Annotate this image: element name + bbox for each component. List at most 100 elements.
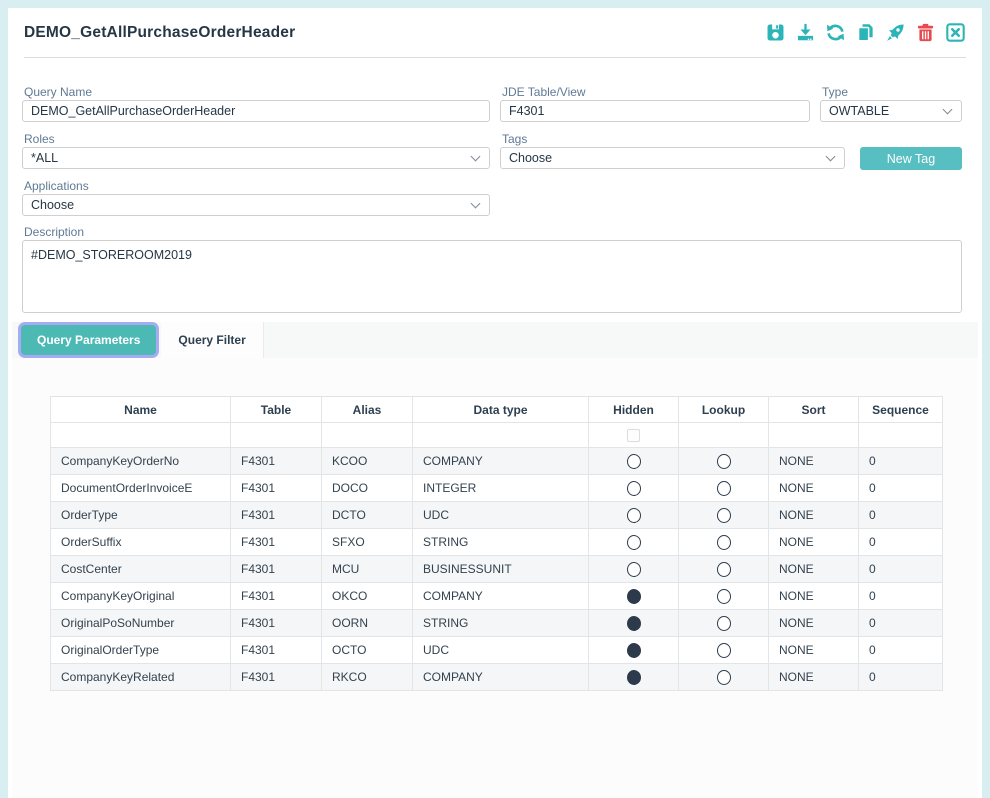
- filter-cell-data-type: [413, 423, 589, 448]
- save-icon[interactable]: [764, 22, 786, 44]
- table-row[interactable]: DocumentOrderInvoiceE F4301 DOCO INTEGER…: [51, 475, 943, 502]
- tab-query-parameters[interactable]: Query Parameters: [21, 325, 156, 355]
- cell-data-type: STRING: [413, 610, 589, 637]
- download-icon[interactable]: [794, 22, 816, 44]
- cell-data-type: COMPANY: [413, 583, 589, 610]
- column-header-table: Table: [231, 397, 322, 423]
- cell-data-type: INTEGER: [413, 475, 589, 502]
- cell-table: F4301: [231, 475, 322, 502]
- filter-cell-lookup: [679, 423, 769, 448]
- lookup-radio[interactable]: [717, 670, 731, 685]
- cell-alias: SFXO: [322, 529, 413, 556]
- cell-name: OrderType: [51, 502, 231, 529]
- cell-hidden: [589, 556, 679, 583]
- query-name-label: Query Name: [24, 85, 92, 99]
- cell-data-type: COMPANY: [413, 448, 589, 475]
- tags-select[interactable]: Choose: [500, 147, 845, 169]
- type-select[interactable]: OWTABLE: [820, 100, 962, 122]
- cell-alias: RKCO: [322, 664, 413, 691]
- cell-alias: DOCO: [322, 475, 413, 502]
- lookup-radio[interactable]: [717, 535, 731, 550]
- rocket-icon[interactable]: [884, 22, 906, 44]
- cell-table: F4301: [231, 502, 322, 529]
- lookup-radio[interactable]: [717, 643, 731, 658]
- cell-sort: NONE: [769, 475, 859, 502]
- cell-table: F4301: [231, 610, 322, 637]
- new-tag-button[interactable]: New Tag: [860, 147, 962, 170]
- table-row[interactable]: CompanyKeyRelated F4301 RKCO COMPANY NON…: [51, 664, 943, 691]
- table-row[interactable]: CompanyKeyOriginal F4301 OKCO COMPANY NO…: [51, 583, 943, 610]
- jde-table-label: JDE Table/View: [502, 85, 586, 99]
- table-row[interactable]: CompanyKeyOrderNo F4301 KCOO COMPANY NON…: [51, 448, 943, 475]
- cell-sort: NONE: [769, 502, 859, 529]
- type-label: Type: [822, 85, 848, 99]
- tab-query-filter[interactable]: Query Filter: [161, 322, 263, 358]
- cell-data-type: UDC: [413, 502, 589, 529]
- query-name-input[interactable]: [22, 100, 490, 122]
- cell-name: OrderSuffix: [51, 529, 231, 556]
- hidden-filter-checkbox[interactable]: [627, 429, 640, 442]
- hidden-radio[interactable]: [627, 508, 641, 523]
- close-icon[interactable]: [944, 22, 966, 44]
- cell-lookup: [679, 475, 769, 502]
- table-row[interactable]: CostCenter F4301 MCU BUSINESSUNIT NONE 0: [51, 556, 943, 583]
- lookup-radio[interactable]: [717, 508, 731, 523]
- lookup-radio[interactable]: [717, 454, 731, 469]
- trash-icon[interactable]: [914, 22, 936, 44]
- lookup-radio[interactable]: [717, 481, 731, 496]
- hidden-radio[interactable]: [627, 454, 641, 469]
- cell-table: F4301: [231, 529, 322, 556]
- filter-cell-table: [231, 423, 322, 448]
- cell-sort: NONE: [769, 448, 859, 475]
- cell-lookup: [679, 583, 769, 610]
- cell-sequence: 0: [859, 637, 943, 664]
- cell-sequence: 0: [859, 583, 943, 610]
- lookup-radio[interactable]: [717, 589, 731, 604]
- hidden-radio[interactable]: [627, 562, 641, 577]
- cell-sequence: 0: [859, 664, 943, 691]
- cell-sort: NONE: [769, 664, 859, 691]
- jde-table-input[interactable]: [500, 100, 810, 122]
- cell-name: OriginalPoSoNumber: [51, 610, 231, 637]
- lookup-radio[interactable]: [717, 562, 731, 577]
- filter-row: [51, 423, 943, 448]
- cell-alias: OCTO: [322, 637, 413, 664]
- filter-cell-name: [51, 423, 231, 448]
- type-select-value: OWTABLE: [829, 104, 889, 118]
- lookup-radio[interactable]: [717, 616, 731, 631]
- cell-data-type: UDC: [413, 637, 589, 664]
- table-row[interactable]: OrderType F4301 DCTO UDC NONE 0: [51, 502, 943, 529]
- refresh-icon[interactable]: [824, 22, 846, 44]
- cell-data-type: STRING: [413, 529, 589, 556]
- hidden-radio[interactable]: [627, 589, 641, 604]
- hidden-radio[interactable]: [627, 643, 641, 658]
- cell-table: F4301: [231, 583, 322, 610]
- filter-cell-alias: [322, 423, 413, 448]
- cell-alias: OORN: [322, 610, 413, 637]
- table-row[interactable]: OriginalOrderType F4301 OCTO UDC NONE 0: [51, 637, 943, 664]
- chevron-down-icon: [943, 104, 953, 114]
- table-row[interactable]: OrderSuffix F4301 SFXO STRING NONE 0: [51, 529, 943, 556]
- roles-select[interactable]: *ALL: [22, 147, 490, 169]
- filter-cell-sort: [769, 423, 859, 448]
- chevron-down-icon: [471, 198, 481, 208]
- description-label: Description: [24, 225, 84, 239]
- table-row[interactable]: OriginalPoSoNumber F4301 OORN STRING NON…: [51, 610, 943, 637]
- cell-sort: NONE: [769, 529, 859, 556]
- table-header-row: Name Table Alias Data type Hidden Lookup…: [51, 397, 943, 423]
- cell-sort: NONE: [769, 583, 859, 610]
- applications-label: Applications: [24, 179, 89, 193]
- applications-select[interactable]: Choose: [22, 194, 490, 216]
- copy-icon[interactable]: [854, 22, 876, 44]
- cell-sequence: 0: [859, 448, 943, 475]
- hidden-radio[interactable]: [627, 616, 641, 631]
- hidden-radio[interactable]: [627, 670, 641, 685]
- roles-label: Roles: [24, 132, 55, 146]
- description-textarea[interactable]: #DEMO_STOREROOM2019: [22, 240, 962, 313]
- tags-select-value: Choose: [509, 151, 552, 165]
- hidden-radio[interactable]: [627, 481, 641, 496]
- hidden-radio[interactable]: [627, 535, 641, 550]
- cell-hidden: [589, 529, 679, 556]
- cell-table: F4301: [231, 637, 322, 664]
- cell-table: F4301: [231, 556, 322, 583]
